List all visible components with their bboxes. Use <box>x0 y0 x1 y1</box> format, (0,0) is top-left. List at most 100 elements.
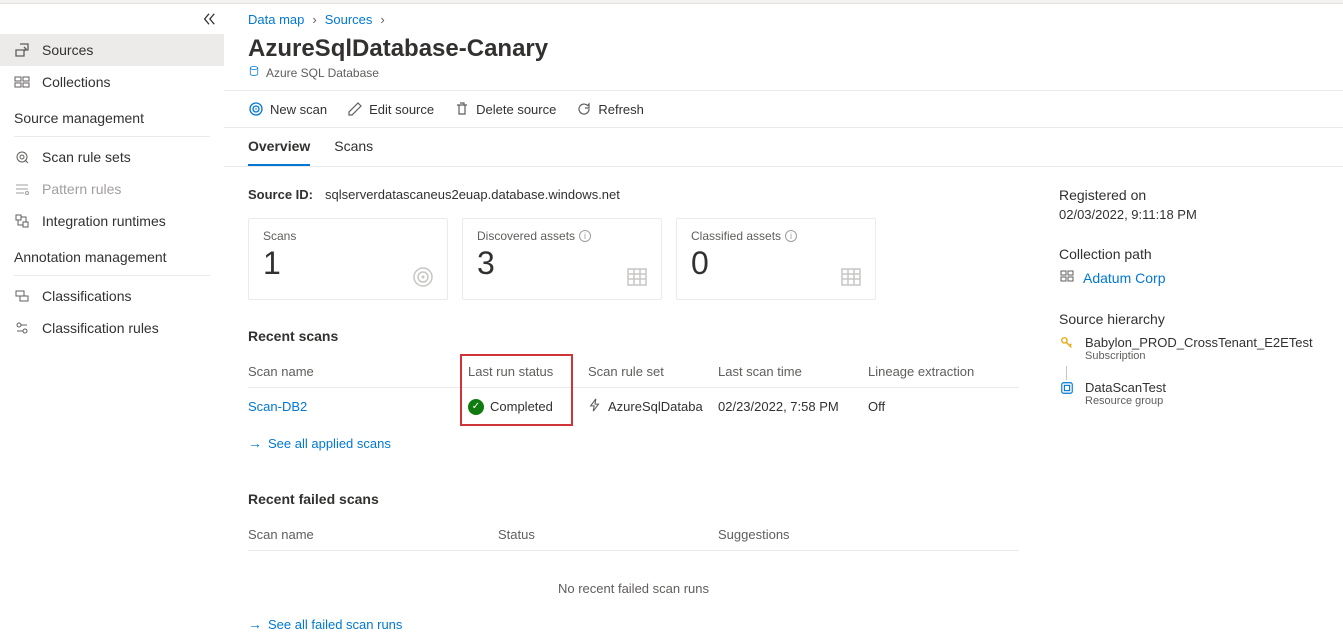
th-lineage-extraction[interactable]: Lineage extraction <box>868 356 1019 388</box>
info-icon[interactable]: i <box>579 230 591 242</box>
hierarchy-subscription-name: Babylon_PROD_CrossTenant_E2ETest <box>1085 335 1313 350</box>
scan-name-link[interactable]: Scan-DB2 <box>248 399 307 414</box>
card-discovered-value: 3 <box>477 245 647 282</box>
registered-on-value: 02/03/2022, 9:11:18 PM <box>1059 207 1319 222</box>
hierarchy-rg-name: DataScanTest <box>1085 380 1166 395</box>
card-classified-assets[interactable]: Classified assets i 0 <box>676 218 876 300</box>
th-scan-name[interactable]: Scan name <box>248 356 468 388</box>
chevron-double-left-icon <box>202 12 216 26</box>
delete-icon <box>454 101 470 117</box>
resource-group-icon <box>1059 380 1075 396</box>
recent-failed-scans-table: Scan name Status Suggestions <box>248 519 1019 551</box>
table-row: Scan-DB2 ✓ Completed <box>248 388 1019 426</box>
card-classified-value: 0 <box>691 245 861 282</box>
refresh-button[interactable]: Refresh <box>576 101 644 117</box>
failed-scans-empty-message: No recent failed scan runs <box>248 551 1019 606</box>
hierarchy-item-subscription: Babylon_PROD_CrossTenant_E2ETest Subscri… <box>1059 335 1319 362</box>
side-panel: Registered on 02/03/2022, 9:11:18 PM Col… <box>1059 187 1319 632</box>
rule-set-value: AzureSqlDataba <box>608 399 703 414</box>
lineage-value: Off <box>868 388 1019 426</box>
chevron-right-icon: › <box>312 12 316 27</box>
sidebar-item-label: Pattern rules <box>42 181 121 197</box>
collapse-sidebar-button[interactable] <box>0 4 224 34</box>
page-subtitle: Azure SQL Database <box>266 66 379 80</box>
table-grid-icon <box>839 265 863 289</box>
sidebar-item-sources[interactable]: Sources <box>0 34 224 66</box>
target-icon <box>411 265 435 289</box>
sidebar-item-integration-runtimes[interactable]: Integration runtimes <box>0 205 224 237</box>
tab-overview[interactable]: Overview <box>248 128 310 166</box>
edit-source-button[interactable]: Edit source <box>347 101 434 117</box>
source-hierarchy-label: Source hierarchy <box>1059 311 1319 327</box>
pattern-rules-icon <box>14 181 30 197</box>
card-discovered-assets[interactable]: Discovered assets i 3 <box>462 218 662 300</box>
th-failed-scan-name[interactable]: Scan name <box>248 519 498 551</box>
sources-icon <box>14 42 30 58</box>
page-title: AzureSqlDatabase-Canary <box>248 35 1319 63</box>
breadcrumb: Data map › Sources › <box>224 4 1343 31</box>
see-all-failed-scans-link[interactable]: → See all failed scan runs <box>248 616 1019 632</box>
sidebar-item-scan-rule-sets[interactable]: Scan rule sets <box>0 141 224 173</box>
info-icon[interactable]: i <box>785 230 797 242</box>
sidebar-item-label: Classifications <box>42 288 131 304</box>
lightning-icon <box>588 398 602 415</box>
th-failed-suggestions[interactable]: Suggestions <box>718 519 1019 551</box>
sidebar-item-classification-rules[interactable]: Classification rules <box>0 312 224 344</box>
recent-scans-title: Recent scans <box>248 328 1019 344</box>
source-id-label: Source ID: <box>248 187 313 202</box>
classifications-icon <box>14 288 30 304</box>
sidebar-item-label: Scan rule sets <box>42 149 131 165</box>
sidebar-item-collections[interactable]: Collections <box>0 66 224 98</box>
check-circle-icon: ✓ <box>468 399 484 415</box>
hierarchy-item-resource-group: DataScanTest Resource group <box>1059 380 1319 407</box>
breadcrumb-data-map[interactable]: Data map <box>248 12 304 27</box>
status-text: Completed <box>490 399 553 414</box>
sidebar-item-label: Integration runtimes <box>42 213 166 229</box>
sidebar-item-label: Collections <box>42 74 110 90</box>
sidebar-item-label: Classification rules <box>42 320 159 336</box>
card-discovered-label: Discovered assets <box>477 229 575 243</box>
registered-on-label: Registered on <box>1059 187 1319 203</box>
delete-source-button[interactable]: Delete source <box>454 101 556 117</box>
hierarchy-rg-type: Resource group <box>1085 395 1166 407</box>
card-scans-label: Scans <box>263 229 433 243</box>
sidebar-heading-source-management: Source management <box>0 98 224 132</box>
status-cell: ✓ Completed <box>468 399 578 415</box>
th-last-scan-time[interactable]: Last scan time <box>718 356 868 388</box>
sidebar: Sources Collections Source management Sc… <box>0 4 224 632</box>
arrow-right-icon: → <box>248 435 262 451</box>
th-scan-rule-set[interactable]: Scan rule set <box>588 356 718 388</box>
sidebar-item-classifications[interactable]: Classifications <box>0 280 224 312</box>
th-last-run-status[interactable]: Last run status <box>468 356 588 388</box>
collections-icon <box>14 74 30 90</box>
sidebar-item-label: Sources <box>42 42 93 58</box>
azure-sql-icon <box>248 65 260 80</box>
tabs: Overview Scans <box>224 128 1343 167</box>
hierarchy-subscription-type: Subscription <box>1085 350 1313 362</box>
sidebar-heading-annotation-management: Annotation management <box>0 237 224 271</box>
card-scans[interactable]: Scans 1 <box>248 218 448 300</box>
breadcrumb-sources[interactable]: Sources <box>325 12 373 27</box>
chevron-right-icon: › <box>380 12 384 27</box>
classification-rules-icon <box>14 320 30 336</box>
integration-runtimes-icon <box>14 213 30 229</box>
target-icon <box>248 101 264 117</box>
card-classified-label: Classified assets <box>691 229 781 243</box>
source-id-value: sqlserverdatascaneus2euap.database.windo… <box>325 187 620 202</box>
recent-failed-scans-title: Recent failed scans <box>248 491 1019 507</box>
collection-icon <box>1059 268 1075 287</box>
table-grid-icon <box>625 265 649 289</box>
see-all-applied-scans-link[interactable]: → See all applied scans <box>248 435 1019 451</box>
arrow-right-icon: → <box>248 616 262 632</box>
sidebar-item-pattern-rules[interactable]: Pattern rules <box>0 173 224 205</box>
toolbar: New scan Edit source Delete source Refre… <box>224 91 1343 128</box>
card-scans-value: 1 <box>263 245 433 282</box>
refresh-icon <box>576 101 592 117</box>
th-failed-status[interactable]: Status <box>498 519 718 551</box>
new-scan-button[interactable]: New scan <box>248 101 327 117</box>
collection-path-link[interactable]: Adatum Corp <box>1083 270 1165 286</box>
scan-rule-sets-icon <box>14 149 30 165</box>
key-icon <box>1059 335 1075 351</box>
tab-scans[interactable]: Scans <box>334 128 373 166</box>
recent-scans-table: Scan name Last run status Scan rule set … <box>248 356 1019 425</box>
